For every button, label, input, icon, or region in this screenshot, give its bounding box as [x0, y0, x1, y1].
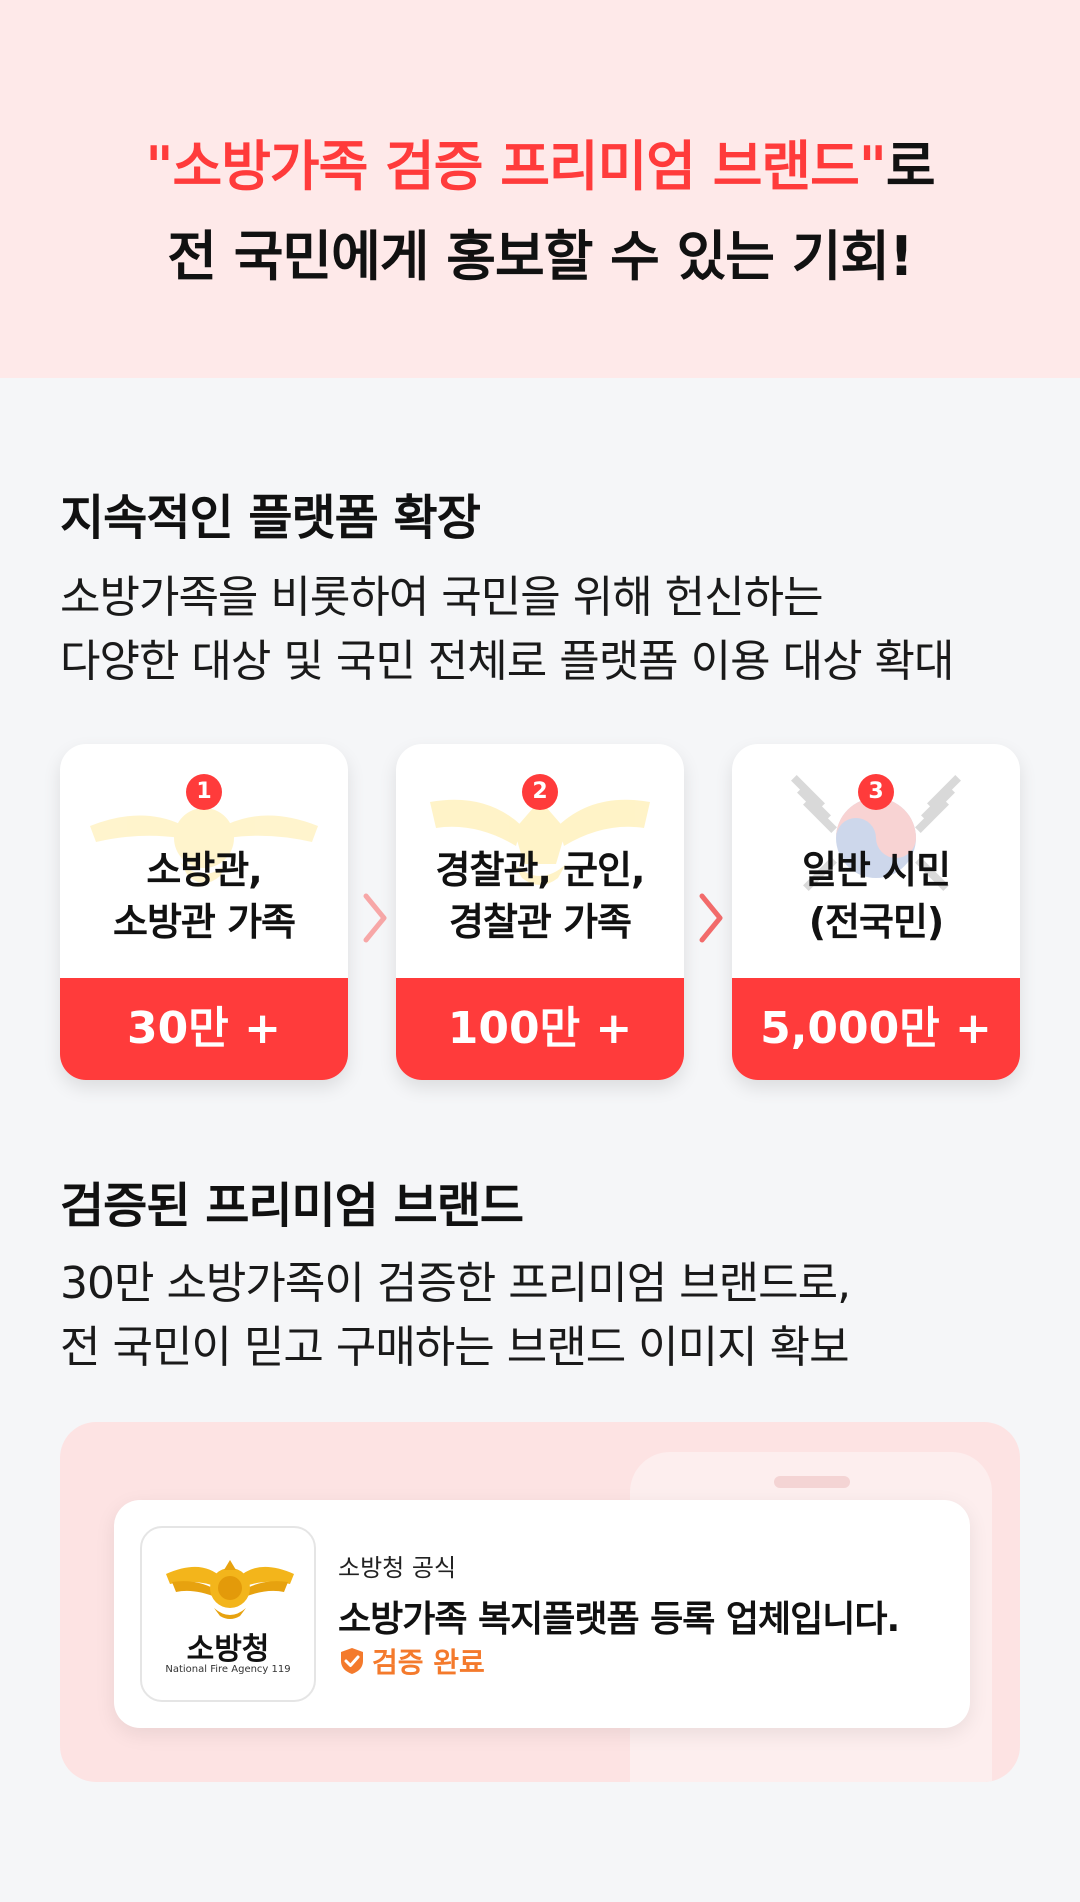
- audience-label-line2: (전국민): [808, 900, 945, 944]
- brand-title: 검증된 프리미엄 브랜드: [60, 1178, 524, 1234]
- hero-headline-accent: "소방가족 검증 프리미엄 브랜드": [145, 135, 887, 198]
- phone-notch: [774, 1476, 850, 1488]
- hero-headline-suffix: 로: [885, 135, 936, 198]
- hero-headline-line2: 전 국민에게 홍보할 수 있는 기회!: [167, 225, 913, 288]
- verification-status-label: 검증 완료: [372, 1646, 485, 1679]
- audience-label-line2: 소방관 가족: [112, 900, 296, 944]
- audience-card-citizens: 3 일반 시민 (전국민) 5,000만 +: [732, 744, 1020, 1080]
- expansion-description: 소방가족을 비롯하여 국민을 위해 헌신하는 다양한 대상 및 국민 전체로 플…: [60, 566, 954, 694]
- badge-source-label: 소방청 공식: [338, 1554, 457, 1582]
- agency-logo-text: 소방청: [186, 1632, 270, 1667]
- expansion-title: 지속적인 플랫폼 확장: [60, 490, 481, 546]
- audience-count: 30만 +: [60, 978, 348, 1080]
- expansion-desc-line2: 다양한 대상 및 국민 전체로 플랫폼 이용 대상 확대: [60, 636, 954, 687]
- audience-label: 경찰관, 군인, 경찰관 가족: [396, 844, 684, 948]
- expansion-desc-line1: 소방가족을 비롯하여 국민을 위해 헌신하는: [60, 572, 824, 623]
- brand-description: 30만 소방가족이 검증한 프리미엄 브랜드로, 전 국민이 믿고 구매하는 브…: [60, 1252, 851, 1380]
- brand-desc-line1: 30만 소방가족이 검증한 프리미엄 브랜드로,: [60, 1258, 851, 1309]
- audience-count: 100만 +: [396, 978, 684, 1080]
- shield-check-icon: [341, 1648, 363, 1674]
- audience-label-line1: 경찰관, 군인,: [435, 848, 646, 892]
- agency-logo: 소방청 National Fire Agency 119: [140, 1526, 316, 1702]
- fire-agency-emblem-icon: [166, 1560, 294, 1619]
- chevron-right-icon: [363, 893, 387, 943]
- chevron-right-icon: [699, 893, 723, 943]
- verification-status: 검증 완료: [340, 1644, 485, 1679]
- verified-brand-illustration: 소방청 National Fire Agency 119 소방청 공식 소방가족…: [60, 1422, 1020, 1782]
- audience-label-line2: 경찰관 가족: [448, 900, 632, 944]
- agency-logo-subtitle: National Fire Agency 119: [165, 1664, 291, 1675]
- audience-label: 소방관, 소방관 가족: [60, 844, 348, 948]
- step-number-badge: 1: [186, 774, 222, 810]
- step-number-badge: 2: [522, 774, 558, 810]
- audience-label-line1: 소방관,: [146, 848, 262, 892]
- audience-label-line1: 일반 시민: [801, 848, 951, 892]
- audience-count: 5,000만 +: [732, 978, 1020, 1080]
- audience-card-firefighters: 1 소방관, 소방관 가족 30만 +: [60, 744, 348, 1080]
- brand-desc-line2: 전 국민이 믿고 구매하는 브랜드 이미지 확보: [60, 1322, 850, 1373]
- step-number-badge: 3: [858, 774, 894, 810]
- hero-banner: "소방가족 검증 프리미엄 브랜드"로 전 국민에게 홍보할 수 있는 기회!: [0, 0, 1080, 378]
- audience-card-police-military: 2 경찰관, 군인, 경찰관 가족 100만 +: [396, 744, 684, 1080]
- hero-headline-line1: "소방가족 검증 프리미엄 브랜드"로: [0, 122, 1080, 201]
- verification-badge-card: 소방청 National Fire Agency 119 소방청 공식 소방가족…: [114, 1500, 970, 1728]
- audience-label: 일반 시민 (전국민): [732, 844, 1020, 948]
- badge-message: 소방가족 복지플랫폼 등록 업체입니다.: [338, 1599, 900, 1640]
